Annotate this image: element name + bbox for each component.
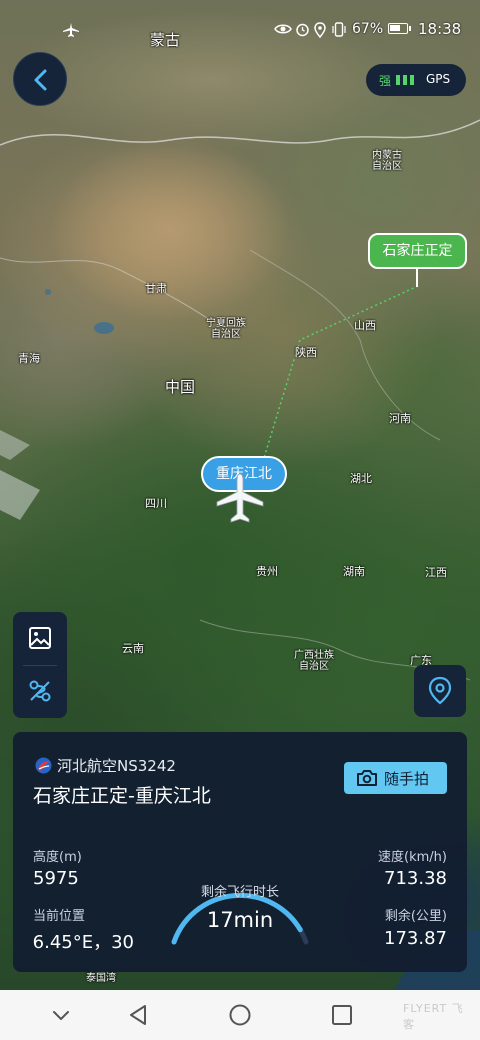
battery-icon [388,23,411,34]
remaining-distance-label: 剩余(公里) [384,909,447,924]
route-title: 石家庄正定-重庆江北 [33,785,211,807]
map-label-inner-mongolia: 内蒙古 自治区 [372,150,402,172]
map-label-ningxia: 宁夏回族 自治区 [206,318,246,340]
map-label-henan: 河南 [389,412,411,425]
camera-icon [357,770,377,786]
map-label-hunan: 湖南 [343,565,365,578]
watermark: FLYERT 飞客 [403,1002,464,1031]
clock: 18:38 [418,20,462,38]
map-label-yunnan: 云南 [122,642,144,655]
map-label-gulf: 泰国湾 [86,973,116,984]
map-label-shanxi: 山西 [354,319,376,332]
snapshot-button-label: 随手拍 [384,770,430,788]
map-label-gansu: 甘肃 [145,282,167,295]
map-style-button[interactable] [13,612,67,665]
position-label: 当前位置 [33,909,86,924]
flight-info-card: 河北航空NS3242 石家庄正定-重庆江北 随手拍 高度(m) 5975 当前位… [13,732,467,972]
speed-value: 713.38 [384,868,447,889]
circle-home-icon[interactable] [227,1002,253,1028]
speed-label: 速度(km/h) [378,850,447,865]
location-icon [314,22,326,38]
triangle-back-icon[interactable] [126,1002,152,1028]
vibrate-icon [332,22,346,37]
chevron-left-icon [34,69,47,91]
map-tools-panel [13,612,67,718]
gauge-value: 17min [206,908,274,932]
gps-signal-bars-icon [396,75,416,85]
snapshot-button[interactable]: 随手拍 [344,762,447,794]
map-label-guizhou: 贵州 [256,565,278,578]
gps-signal-indicator: 强 GPS [366,64,466,96]
map-label-qinghai: 青海 [18,352,40,365]
status-bar: 67% 18:38 [0,0,480,58]
airplane-mode-icon [63,23,79,37]
image-icon [29,627,51,649]
position-value: 106.45°E，30 [33,932,134,953]
map-label-shaanxi: 陕西 [295,346,317,359]
altitude-value: 5975 [33,868,79,889]
gauge-title: 剩余飞行时长 [200,885,279,900]
battery-fill [390,25,400,31]
eye-icon [274,24,292,34]
altitude-label: 高度(m) [33,850,82,865]
route-button[interactable] [13,665,67,718]
map-label-hubei: 湖北 [350,472,372,485]
airplane-icon [216,473,264,523]
remaining-time-gauge: 剩余飞行时长 17min [160,844,320,954]
alarm-icon [296,23,309,37]
airline-flight-number: 河北航空NS3242 [57,757,176,775]
location-pin-icon [428,676,452,705]
gps-strength-text: 强 [379,74,392,88]
route-icon [29,680,51,702]
origin-pin [416,269,418,287]
origin-airport-label[interactable]: 石家庄正定 [368,233,467,269]
remaining-distance-value: 173.87 [384,928,447,949]
square-recents-icon[interactable] [329,1002,355,1028]
map-label-jiangxi: 江西 [425,566,447,579]
battery-percent: 67% [352,21,384,37]
airline-logo-icon [35,757,52,774]
map-label-guangxi: 广西壮族 自治区 [294,650,334,672]
back-button[interactable] [13,52,67,106]
locate-plane-button[interactable] [414,665,466,717]
map-label-china: 中国 [165,378,196,396]
gps-label: GPS [426,72,451,86]
chevron-down-icon[interactable] [48,1002,74,1028]
map-label-sichuan: 四川 [145,497,167,510]
